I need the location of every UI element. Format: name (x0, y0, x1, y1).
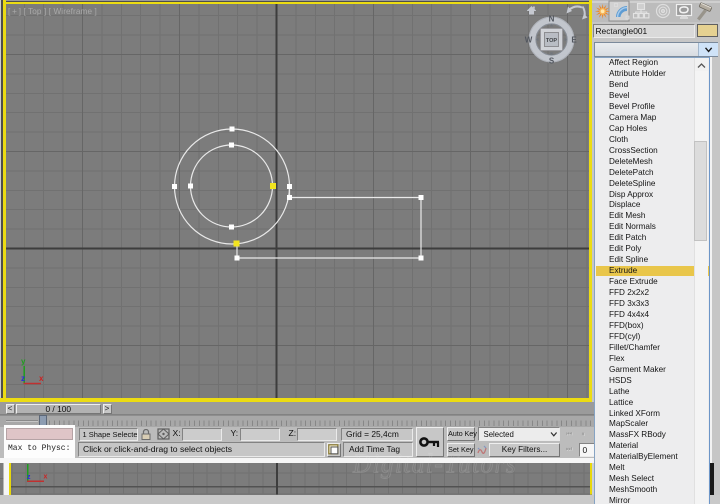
svg-text:z: z (27, 474, 31, 481)
svg-text:E: E (571, 36, 577, 45)
svg-text:W: W (525, 36, 533, 45)
svg-text:S: S (549, 57, 555, 66)
svg-text:z: z (21, 374, 25, 383)
svg-text:N: N (549, 15, 555, 24)
svg-text:y: y (21, 357, 26, 366)
svg-text:x: x (39, 374, 44, 383)
svg-text:x: x (44, 474, 48, 481)
svg-text:TOP: TOP (546, 38, 558, 44)
